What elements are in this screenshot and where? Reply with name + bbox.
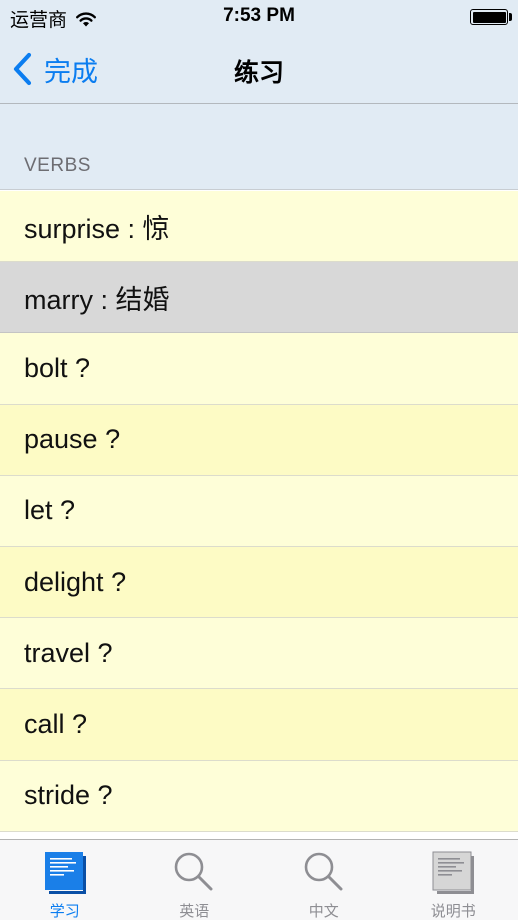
list-item[interactable]: stride ? xyxy=(0,760,518,832)
tab-study-label: 学习 xyxy=(49,903,80,920)
magnifier-icon xyxy=(174,852,213,891)
tab-chinese[interactable]: 中文 xyxy=(259,840,389,920)
list-item[interactable]: bolt ? xyxy=(0,333,518,405)
status-bar: 运营商 7:53 PM xyxy=(0,0,518,34)
list-item-text: marry : 结婚 xyxy=(24,284,170,315)
section-title: VERBS xyxy=(24,155,91,176)
status-time: 7:53 PM xyxy=(223,5,295,26)
tab-chinese-label: 中文 xyxy=(308,903,339,920)
list-item-text: pause ? xyxy=(24,424,121,455)
tab-english-label: 英语 xyxy=(179,903,210,920)
list-item[interactable]: marry : 结婚 xyxy=(0,262,518,334)
battery-tip xyxy=(509,13,512,21)
list-item[interactable]: surprise : 惊 xyxy=(0,191,518,263)
tab-manual[interactable]: 说明书 xyxy=(389,840,518,920)
tab-english[interactable]: 英语 xyxy=(130,840,260,920)
section-header xyxy=(0,104,518,190)
word-list: surprise : 惊 marry : 结婚 bolt ? pause ? l… xyxy=(0,191,518,839)
tab-bar: 学习 英语 中文 说明书 xyxy=(0,839,518,920)
list-item-text: surprise : 惊 xyxy=(24,213,170,244)
page-title: 练习 xyxy=(233,59,284,87)
header: 运营商 7:53 PM 完成 练习 xyxy=(0,0,518,104)
list-item[interactable]: let ? xyxy=(0,475,518,547)
list-item[interactable]: pause ? xyxy=(0,404,518,476)
list-item-text: bolt ? xyxy=(24,352,91,383)
list-item-text: stride ? xyxy=(24,780,113,811)
list-item[interactable]: travel ? xyxy=(0,618,518,690)
list-item[interactable]: delight ? xyxy=(0,546,518,619)
tab-study[interactable]: 学习 xyxy=(0,840,130,920)
navigation-bar: 完成 练习 xyxy=(0,40,518,98)
list-item-text: delight ? xyxy=(24,566,127,597)
list-item[interactable]: call ? xyxy=(0,689,518,761)
list-item-text: let ? xyxy=(24,495,76,526)
tab-manual-label: 说明书 xyxy=(430,903,476,920)
list-item-text: travel ? xyxy=(24,637,113,668)
battery-icon xyxy=(470,9,508,25)
manual-icon xyxy=(432,851,475,894)
study-card-icon xyxy=(44,852,86,894)
magnifier-icon xyxy=(304,852,343,891)
list-item-text: call ? xyxy=(24,708,88,739)
